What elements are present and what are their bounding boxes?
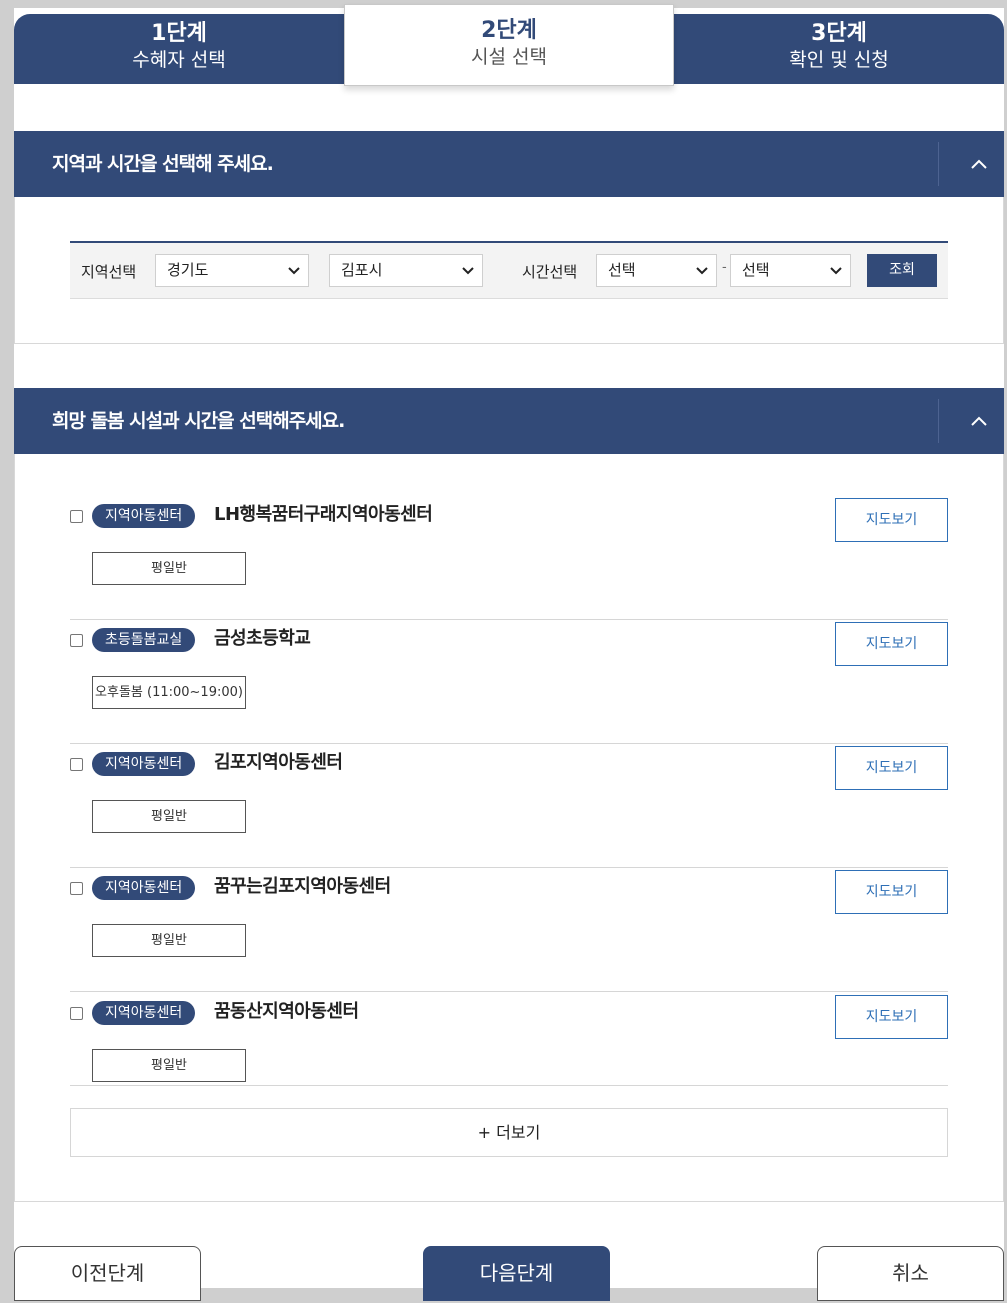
- facility-name: 금성초등학교: [214, 628, 311, 649]
- time-to-select[interactable]: 선택: [730, 254, 851, 287]
- time-from-value: 선택: [608, 261, 636, 279]
- step-3-label: 확인 및 신청: [789, 49, 889, 71]
- step-tabs: 1단계 수혜자 선택 3단계 확인 및 신청 2단계 시설 선택: [14, 4, 1004, 86]
- step-2-label: 시설 선택: [471, 46, 547, 68]
- facility-name: 김포지역아동센터: [214, 752, 343, 773]
- facility-name: 꿈동산지역아동센터: [214, 1001, 359, 1022]
- step-3-tab: 3단계 확인 및 신청: [674, 14, 1004, 84]
- chevron-up-icon: [971, 159, 987, 169]
- prev-step-button[interactable]: 이전단계: [14, 1246, 201, 1301]
- chevron-down-icon: [696, 267, 708, 275]
- facility-type-badge: 지역아동센터: [92, 1001, 196, 1025]
- view-map-button[interactable]: 지도보기: [835, 622, 948, 666]
- facility-item: 지역아동센터 김포지역아동센터 평일반 지도보기: [70, 744, 948, 868]
- facility-name: 꿈꾸는김포지역아동센터: [214, 876, 391, 897]
- filter-bar: 지역선택 경기도 김포시 시간선택 선택 - 선택 조회: [70, 241, 948, 299]
- facility-class-tag: 평일반: [92, 800, 246, 833]
- facility-type-badge: 지역아동센터: [92, 876, 196, 900]
- step-3-number: 3단계: [811, 21, 867, 46]
- facility-item: 지역아동센터 꿈동산지역아동센터 평일반 지도보기: [70, 993, 948, 1086]
- view-map-button[interactable]: 지도보기: [835, 746, 948, 790]
- facility-class-tag: 평일반: [92, 552, 246, 585]
- facility-class-tag: 평일반: [92, 1049, 246, 1082]
- facility-checkbox[interactable]: [70, 510, 83, 523]
- header-divider: [938, 142, 939, 186]
- facility-checkbox[interactable]: [70, 882, 83, 895]
- facility-type-badge: 지역아동센터: [92, 752, 196, 776]
- chevron-down-icon: [830, 267, 842, 275]
- facility-name: LH행복꿈터구래지역아동센터: [214, 504, 433, 525]
- time-select-label: 시간선택: [522, 263, 578, 281]
- step-2-tab-active: 2단계 시설 선택: [344, 4, 674, 86]
- step-1-tab: 1단계 수혜자 선택: [14, 14, 344, 84]
- province-select-value: 경기도: [167, 261, 209, 279]
- facility-section-header: 희망 돌봄 시설과 시간을 선택해주세요.: [14, 388, 1004, 454]
- chevron-down-icon: [462, 267, 474, 275]
- view-map-button[interactable]: 지도보기: [835, 498, 948, 542]
- view-map-button[interactable]: 지도보기: [835, 995, 948, 1039]
- region-select-label: 지역선택: [81, 263, 137, 281]
- load-more-button[interactable]: + 더보기: [70, 1108, 948, 1157]
- collapse-toggle-button[interactable]: [954, 131, 1004, 197]
- step-1-number: 1단계: [151, 21, 207, 46]
- chevron-down-icon: [288, 267, 300, 275]
- time-separator: -: [722, 260, 727, 275]
- facility-item: 초등돌봄교실 금성초등학교 오후돌봄 (11:00~19:00) 지도보기: [70, 620, 948, 744]
- facility-checkbox[interactable]: [70, 634, 83, 647]
- query-button[interactable]: 조회: [867, 254, 937, 287]
- facility-class-tag: 오후돌봄 (11:00~19:00): [92, 676, 246, 709]
- facility-item: 지역아동센터 꿈꾸는김포지역아동센터 평일반 지도보기: [70, 868, 948, 992]
- city-select-value: 김포시: [341, 261, 383, 279]
- facility-checkbox[interactable]: [70, 758, 83, 771]
- step-1-label: 수혜자 선택: [132, 49, 226, 71]
- region-time-section-header: 지역과 시간을 선택해 주세요.: [14, 131, 1004, 197]
- view-map-button[interactable]: 지도보기: [835, 870, 948, 914]
- time-to-value: 선택: [742, 261, 770, 279]
- facility-type-badge: 지역아동센터: [92, 504, 196, 528]
- cancel-button[interactable]: 취소: [817, 1246, 1004, 1301]
- next-step-button[interactable]: 다음단계: [423, 1246, 610, 1301]
- facility-item: 지역아동센터 LH행복꿈터구래지역아동센터 평일반 지도보기: [70, 496, 948, 620]
- facility-type-badge: 초등돌봄교실: [92, 628, 196, 652]
- province-select[interactable]: 경기도: [155, 254, 309, 287]
- time-from-select[interactable]: 선택: [596, 254, 717, 287]
- page: 1단계 수혜자 선택 3단계 확인 및 신청 2단계 시설 선택 지역과 시간을…: [14, 0, 1004, 1303]
- city-select[interactable]: 김포시: [329, 254, 483, 287]
- facility-section-title: 희망 돌봄 시설과 시간을 선택해주세요.: [52, 410, 345, 432]
- header-divider: [938, 399, 939, 443]
- step-2-number: 2단계: [481, 18, 537, 43]
- chevron-up-icon: [971, 416, 987, 426]
- facility-class-tag: 평일반: [92, 924, 246, 957]
- facility-checkbox[interactable]: [70, 1007, 83, 1020]
- region-time-section-title: 지역과 시간을 선택해 주세요.: [52, 153, 274, 175]
- collapse-toggle-button[interactable]: [954, 388, 1004, 454]
